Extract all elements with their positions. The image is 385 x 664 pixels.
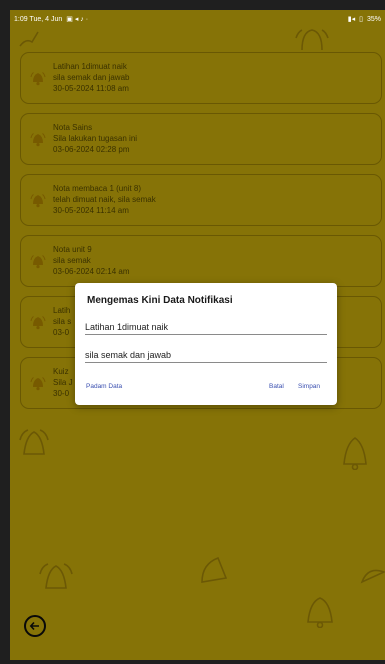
battery-percent: 35% xyxy=(366,15,381,23)
notification-title-input[interactable] xyxy=(85,319,327,335)
notification-status-icons: ▣ ◂ ♪ · xyxy=(66,16,89,23)
notification-body-input[interactable] xyxy=(85,347,327,363)
save-button[interactable]: Simpan xyxy=(298,383,320,390)
status-bar: 1:09 Tue, 4 Jun ▣ ◂ ♪ · ▮◂ ▯ 35% xyxy=(10,10,385,28)
status-time-date: 1:09 Tue, 4 Jun xyxy=(14,15,63,23)
delete-button[interactable]: Padam Data xyxy=(86,383,122,390)
cancel-button[interactable]: Batal xyxy=(269,383,284,390)
signal-icon: ▮◂ xyxy=(347,16,356,23)
update-notification-dialog: Mengemas Kini Data Notifikasi Padam Data… xyxy=(75,283,337,405)
dialog-title: Mengemas Kini Data Notifikasi xyxy=(87,295,233,306)
battery-icon: ▯ xyxy=(359,16,363,23)
